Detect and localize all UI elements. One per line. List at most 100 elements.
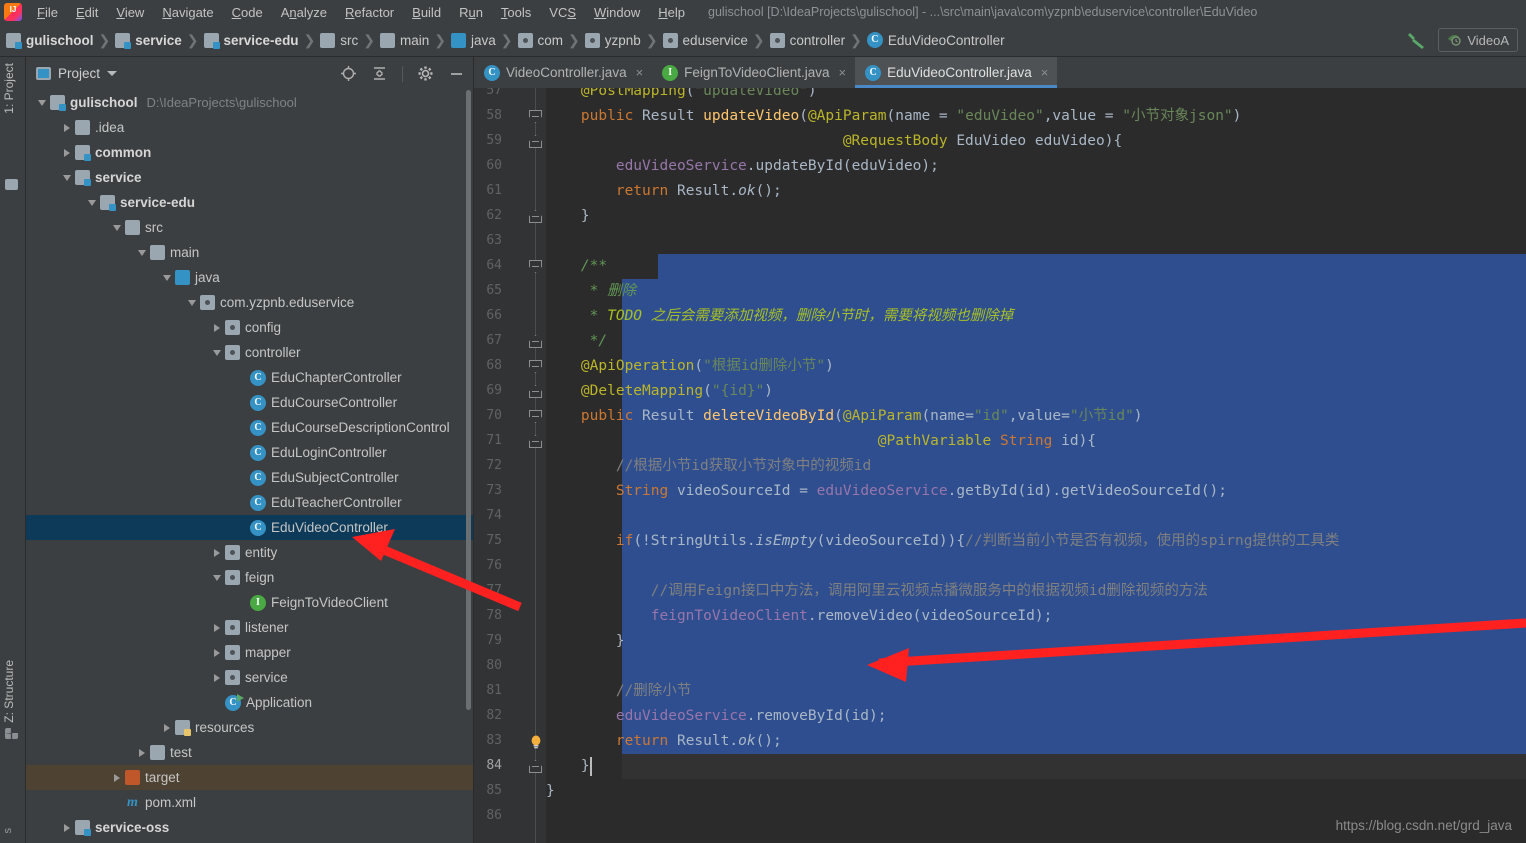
tree-node-main[interactable]: main: [26, 240, 473, 265]
collapse-twisty-icon[interactable]: [109, 224, 125, 231]
tree-node-pom-xml[interactable]: m pom.xml: [26, 790, 473, 815]
tree-node-config[interactable]: config: [26, 315, 473, 340]
tree-node-java[interactable]: java: [26, 265, 473, 290]
code-line[interactable]: @PathVariable String id){: [546, 429, 1096, 454]
code-line[interactable]: //删除小节: [546, 679, 691, 704]
collapse-all-icon[interactable]: [371, 65, 388, 82]
code-line[interactable]: @ApiOperation("根据id删除小节"): [546, 354, 834, 379]
expand-twisty-icon[interactable]: [59, 123, 75, 132]
tree-node-service-oss[interactable]: service-oss: [26, 815, 473, 840]
locate-icon[interactable]: [340, 65, 357, 82]
tree-node-target[interactable]: target: [26, 765, 473, 790]
tree-node-eduteachercontroller[interactable]: C EduTeacherController: [26, 490, 473, 515]
editor-tab-feigntovideoclient[interactable]: I FeignToVideoClient.java ×: [652, 57, 855, 88]
code-editor[interactable]: 57 58 59 60 61 62 63 64 65 66 67 68 69 70 71 72 73 74 75 76…: [474, 88, 1526, 843]
breadcrumb-yzpnb[interactable]: yzpnb: [584, 32, 641, 48]
run-configuration-selector[interactable]: VideoA: [1438, 28, 1518, 52]
code-line[interactable]: * TODO 之后会需要添加视频，删除小节时，需要将视频也删除掉: [546, 304, 1014, 329]
editor-gutter[interactable]: 57 58 59 60 61 62 63 64 65 66 67 68 69 70 71 72 73 74 75 76…: [474, 88, 546, 843]
code-line[interactable]: @PostMapping("updateVideo"): [546, 88, 817, 104]
settings-gear-icon[interactable]: [417, 65, 434, 82]
code-fold-toggle[interactable]: [529, 410, 542, 423]
collapse-twisty-icon[interactable]: [159, 274, 175, 281]
tree-node-service-edu[interactable]: service-edu: [26, 190, 473, 215]
menu-run[interactable]: Run: [450, 3, 492, 22]
menu-code[interactable]: Code: [223, 3, 272, 22]
tree-node-educoursedescriptioncontrol[interactable]: C EduCourseDescriptionControl: [26, 415, 473, 440]
tree-node-mapper[interactable]: mapper: [26, 640, 473, 665]
expand-twisty-icon[interactable]: [59, 148, 75, 157]
breadcrumb-service-edu[interactable]: service-edu: [203, 32, 299, 49]
menu-window[interactable]: Window: [585, 3, 649, 22]
close-icon[interactable]: ×: [839, 65, 847, 80]
breadcrumb-service[interactable]: service: [115, 32, 182, 49]
code-line[interactable]: public Result updateVideo(@ApiParam(name…: [546, 104, 1241, 129]
code-line[interactable]: }: [546, 779, 555, 804]
code-line[interactable]: }: [546, 204, 590, 229]
editor-tab-videocontroller[interactable]: C VideoController.java ×: [474, 57, 652, 88]
tree-node-eduvideocontroller[interactable]: C EduVideoController: [26, 515, 473, 540]
project-tree[interactable]: gulischool D:\IdeaProjects\gulischool .ide…: [26, 90, 473, 843]
intention-bulb-icon[interactable]: [528, 734, 544, 750]
code-line[interactable]: /**: [546, 254, 607, 279]
menu-tools[interactable]: Tools: [492, 3, 540, 22]
code-line[interactable]: * 删除: [546, 279, 636, 304]
code-line[interactable]: return Result.ok();: [546, 729, 782, 754]
source-code-text[interactable]: @PostMapping("updateVideo") public Resul…: [546, 88, 1526, 843]
close-icon[interactable]: ×: [636, 65, 644, 80]
tree-node-test[interactable]: test: [26, 740, 473, 765]
tree-node-resources[interactable]: resources: [26, 715, 473, 740]
chevron-down-icon[interactable]: [107, 71, 118, 76]
tree-node-gulischool[interactable]: gulischool D:\IdeaProjects\gulischool: [26, 90, 473, 115]
breadcrumb-src[interactable]: src: [320, 32, 358, 48]
collapse-twisty-icon[interactable]: [84, 199, 100, 206]
expand-twisty-icon[interactable]: [209, 673, 225, 682]
code-line[interactable]: String videoSourceId = eduVideoService.g…: [546, 479, 1227, 504]
code-line[interactable]: @RequestBody EduVideo eduVideo){: [546, 129, 1122, 154]
menu-navigate[interactable]: Navigate: [153, 3, 222, 22]
hammer-icon[interactable]: [1404, 28, 1428, 52]
expand-twisty-icon[interactable]: [209, 548, 225, 557]
expand-twisty-icon[interactable]: [109, 773, 125, 782]
menu-file[interactable]: File: [28, 3, 67, 22]
tree-node-controller[interactable]: controller: [26, 340, 473, 365]
menu-view[interactable]: View: [107, 3, 153, 22]
breadcrumb-com[interactable]: com: [517, 32, 563, 48]
menu-build[interactable]: Build: [403, 3, 450, 22]
tree-node-feign[interactable]: feign: [26, 565, 473, 590]
breadcrumb-java[interactable]: java: [451, 32, 496, 48]
code-fold-toggle[interactable]: [529, 435, 542, 448]
breadcrumb-controller[interactable]: controller: [769, 32, 845, 48]
code-line[interactable]: if(!StringUtils.isEmpty(videoSourceId)){…: [546, 529, 1340, 554]
code-fold-toggle[interactable]: [529, 210, 542, 223]
code-line[interactable]: //根据小节id获取小节对象中的视频id: [546, 454, 871, 479]
tree-node-entity[interactable]: entity: [26, 540, 473, 565]
menu-analyze[interactable]: Analyze: [272, 3, 336, 22]
code-fold-toggle[interactable]: [529, 135, 542, 148]
editor-tab-eduvideocontroller[interactable]: C EduVideoController.java ×: [855, 57, 1058, 88]
menu-refactor[interactable]: Refactor: [336, 3, 403, 22]
expand-twisty-icon[interactable]: [59, 823, 75, 832]
code-line[interactable]: //调用Feign接口中方法，调用阿里云视频点播微服务中的根据视频id删除视频的…: [546, 579, 1208, 604]
code-line[interactable]: return Result.ok();: [546, 179, 782, 204]
breadcrumb-eduvideocontroller[interactable]: C EduVideoController: [866, 32, 1005, 48]
tree-node-listener[interactable]: listener: [26, 615, 473, 640]
code-fold-toggle[interactable]: [529, 385, 542, 398]
code-line[interactable]: @DeleteMapping("{id}"): [546, 379, 773, 404]
breadcrumb-gulischool[interactable]: gulischool: [6, 32, 94, 49]
menu-help[interactable]: Help: [649, 3, 694, 22]
breadcrumb-main[interactable]: main: [380, 32, 429, 48]
breadcrumb-eduservice[interactable]: eduservice: [662, 32, 748, 48]
code-line[interactable]: }: [546, 754, 590, 779]
close-icon[interactable]: ×: [1041, 65, 1049, 80]
tree-node-src[interactable]: src: [26, 215, 473, 240]
collapse-twisty-icon[interactable]: [209, 574, 225, 581]
tree-node-feigntovideoclient[interactable]: I FeignToVideoClient: [26, 590, 473, 615]
expand-twisty-icon[interactable]: [209, 323, 225, 332]
code-fold-toggle[interactable]: [529, 335, 542, 348]
code-line[interactable]: eduVideoService.updateById(eduVideo);: [546, 154, 939, 179]
expand-twisty-icon[interactable]: [134, 748, 150, 757]
tree-node-educhaptercontroller[interactable]: C EduChapterController: [26, 365, 473, 390]
tool-window-button-structure[interactable]: Z: Structure: [2, 660, 16, 723]
tree-node-edusubjectcontroller[interactable]: C EduSubjectController: [26, 465, 473, 490]
